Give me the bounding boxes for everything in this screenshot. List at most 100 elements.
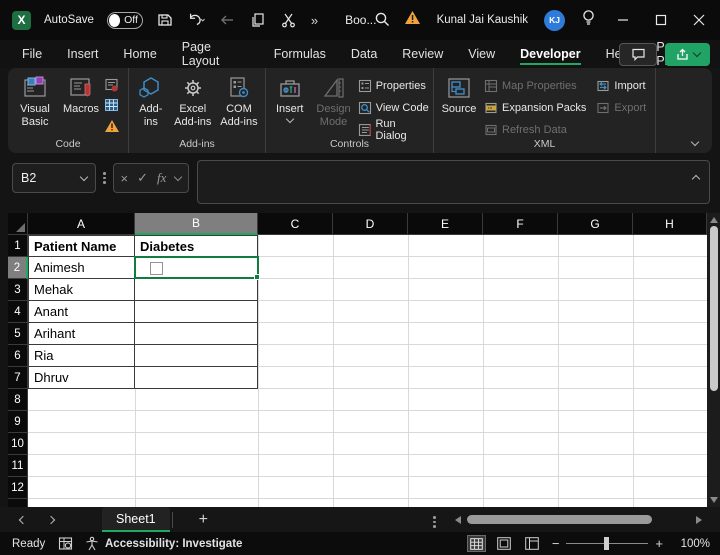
scroll-down-icon[interactable] — [710, 497, 718, 503]
fill-handle[interactable] — [254, 274, 260, 280]
properties-button[interactable]: Properties — [358, 77, 429, 94]
tab-formulas[interactable]: Formulas — [274, 43, 326, 65]
diabetes-checkbox[interactable] — [150, 262, 163, 275]
sheet-tab-sheet1[interactable]: Sheet1 — [102, 507, 170, 532]
row-header-4[interactable]: 4 — [8, 301, 28, 323]
visual-basic-button[interactable]: Visual Basic — [12, 73, 58, 128]
cut-icon[interactable] — [280, 11, 298, 29]
row-header-7[interactable]: 7 — [8, 367, 28, 389]
search-icon[interactable] — [374, 11, 391, 33]
cell-b4[interactable] — [135, 301, 258, 323]
cell-b1[interactable]: Diabetes — [135, 235, 258, 257]
formula-bar-handle[interactable] — [103, 170, 106, 186]
minimize-button[interactable] — [612, 9, 634, 31]
insert-control-button[interactable]: Insert — [270, 73, 309, 122]
row-header-5[interactable]: 5 — [8, 323, 28, 345]
excel-addins-button[interactable]: Excel Add-ins — [171, 73, 215, 128]
tab-developer[interactable]: Developer — [520, 43, 580, 65]
column-header-c[interactable]: C — [258, 213, 333, 235]
row-header-2[interactable]: 2 — [8, 257, 28, 279]
tab-insert[interactable]: Insert — [67, 43, 98, 65]
tab-data[interactable]: Data — [351, 43, 377, 65]
row-header-1[interactable]: 1 — [8, 235, 28, 257]
scroll-left-icon[interactable] — [455, 516, 461, 524]
cell-b6[interactable] — [135, 345, 258, 367]
zoom-out-icon[interactable]: − — [552, 536, 560, 551]
normal-view-button[interactable] — [468, 536, 485, 551]
row-header-8[interactable]: 8 — [8, 389, 28, 411]
column-header-a[interactable]: A — [28, 213, 135, 235]
page-layout-view-button[interactable] — [496, 536, 513, 551]
tab-page-layout[interactable]: Page Layout — [182, 36, 249, 72]
cell-a1[interactable]: Patient Name — [28, 235, 135, 257]
column-header-d[interactable]: D — [333, 213, 408, 235]
more-commands-icon[interactable]: » — [311, 13, 318, 28]
workbook-title[interactable]: Boo... — [345, 13, 376, 27]
lightbulb-icon[interactable] — [581, 9, 596, 31]
cell-a6[interactable]: Ria — [28, 345, 135, 367]
copy-icon[interactable] — [249, 11, 267, 29]
expansion-packs-button[interactable]: Expansion Packs — [484, 99, 586, 116]
formula-input[interactable] — [197, 160, 710, 204]
row-header-9[interactable]: 9 — [8, 411, 28, 433]
view-code-button[interactable]: View Code — [358, 99, 429, 116]
column-header-f[interactable]: F — [483, 213, 558, 235]
column-header-h[interactable]: H — [633, 213, 707, 235]
vertical-scrollbar[interactable] — [707, 213, 720, 507]
macro-record-icon[interactable] — [58, 536, 73, 551]
cell-a2[interactable]: Animesh — [28, 257, 135, 279]
com-addins-button[interactable]: COM Add-ins — [217, 73, 261, 128]
macro-security-icon[interactable] — [104, 117, 120, 134]
cell-b3[interactable] — [135, 279, 258, 301]
zoom-level[interactable]: 100% — [674, 538, 710, 550]
select-all-corner[interactable] — [8, 213, 28, 235]
undo-icon[interactable] — [187, 11, 205, 29]
row-header-3[interactable]: 3 — [8, 279, 28, 301]
tabbar-resize-handle[interactable] — [433, 514, 436, 530]
cell-a4[interactable]: Anant — [28, 301, 135, 323]
close-button[interactable] — [688, 9, 710, 31]
collapse-ribbon-icon[interactable] — [691, 138, 699, 146]
maximize-button[interactable] — [650, 9, 672, 31]
user-name[interactable]: Kunal Jai Kaushik — [437, 14, 528, 26]
cell-a3[interactable]: Mehak — [28, 279, 135, 301]
accessibility-icon[interactable] — [85, 536, 99, 551]
zoom-in-icon[interactable]: + — [655, 536, 663, 551]
tab-file[interactable]: File — [22, 43, 42, 65]
cell-b7[interactable] — [135, 367, 258, 389]
cell-a5[interactable]: Arihant — [28, 323, 135, 345]
next-sheet-icon[interactable] — [47, 515, 55, 523]
column-header-e[interactable]: E — [408, 213, 483, 235]
save-icon[interactable] — [156, 11, 174, 29]
avatar[interactable]: KJ — [544, 10, 565, 31]
row-header-6[interactable]: 6 — [8, 345, 28, 367]
horizontal-scrollbar[interactable] — [455, 513, 702, 526]
cells-area[interactable]: Patient Name Diabetes Animesh Mehak Anan… — [28, 235, 707, 507]
share-button[interactable] — [665, 43, 710, 66]
cell-b5[interactable] — [135, 323, 258, 345]
previous-sheet-icon[interactable] — [19, 515, 27, 523]
cell-a7[interactable]: Dhruv — [28, 367, 135, 389]
vertical-scroll-thumb[interactable] — [710, 226, 718, 391]
expand-formula-bar-icon[interactable] — [692, 175, 700, 183]
accessibility-status[interactable]: Accessibility: Investigate — [105, 538, 242, 550]
zoom-slider[interactable]: − + — [552, 536, 663, 551]
column-header-b[interactable]: B — [135, 213, 258, 235]
column-header-g[interactable]: G — [558, 213, 633, 235]
warning-icon[interactable] — [404, 10, 421, 30]
enter-icon[interactable]: ✓ — [137, 170, 148, 186]
tab-view[interactable]: View — [468, 43, 495, 65]
new-sheet-button[interactable]: + — [199, 511, 208, 529]
tab-review[interactable]: Review — [402, 43, 443, 65]
tab-home[interactable]: Home — [123, 43, 156, 65]
macros-button[interactable]: Macros — [58, 73, 104, 116]
horizontal-scroll-thumb[interactable] — [467, 515, 652, 524]
name-box[interactable]: B2 — [12, 163, 96, 193]
comments-button[interactable] — [619, 43, 657, 66]
scroll-right-icon[interactable] — [696, 516, 702, 524]
zoom-slider-handle[interactable] — [604, 537, 609, 550]
import-button[interactable]: Import — [596, 77, 646, 94]
page-break-preview-button[interactable] — [524, 536, 541, 551]
scroll-up-icon[interactable] — [710, 217, 718, 223]
row-header-10[interactable]: 10 — [8, 433, 28, 455]
